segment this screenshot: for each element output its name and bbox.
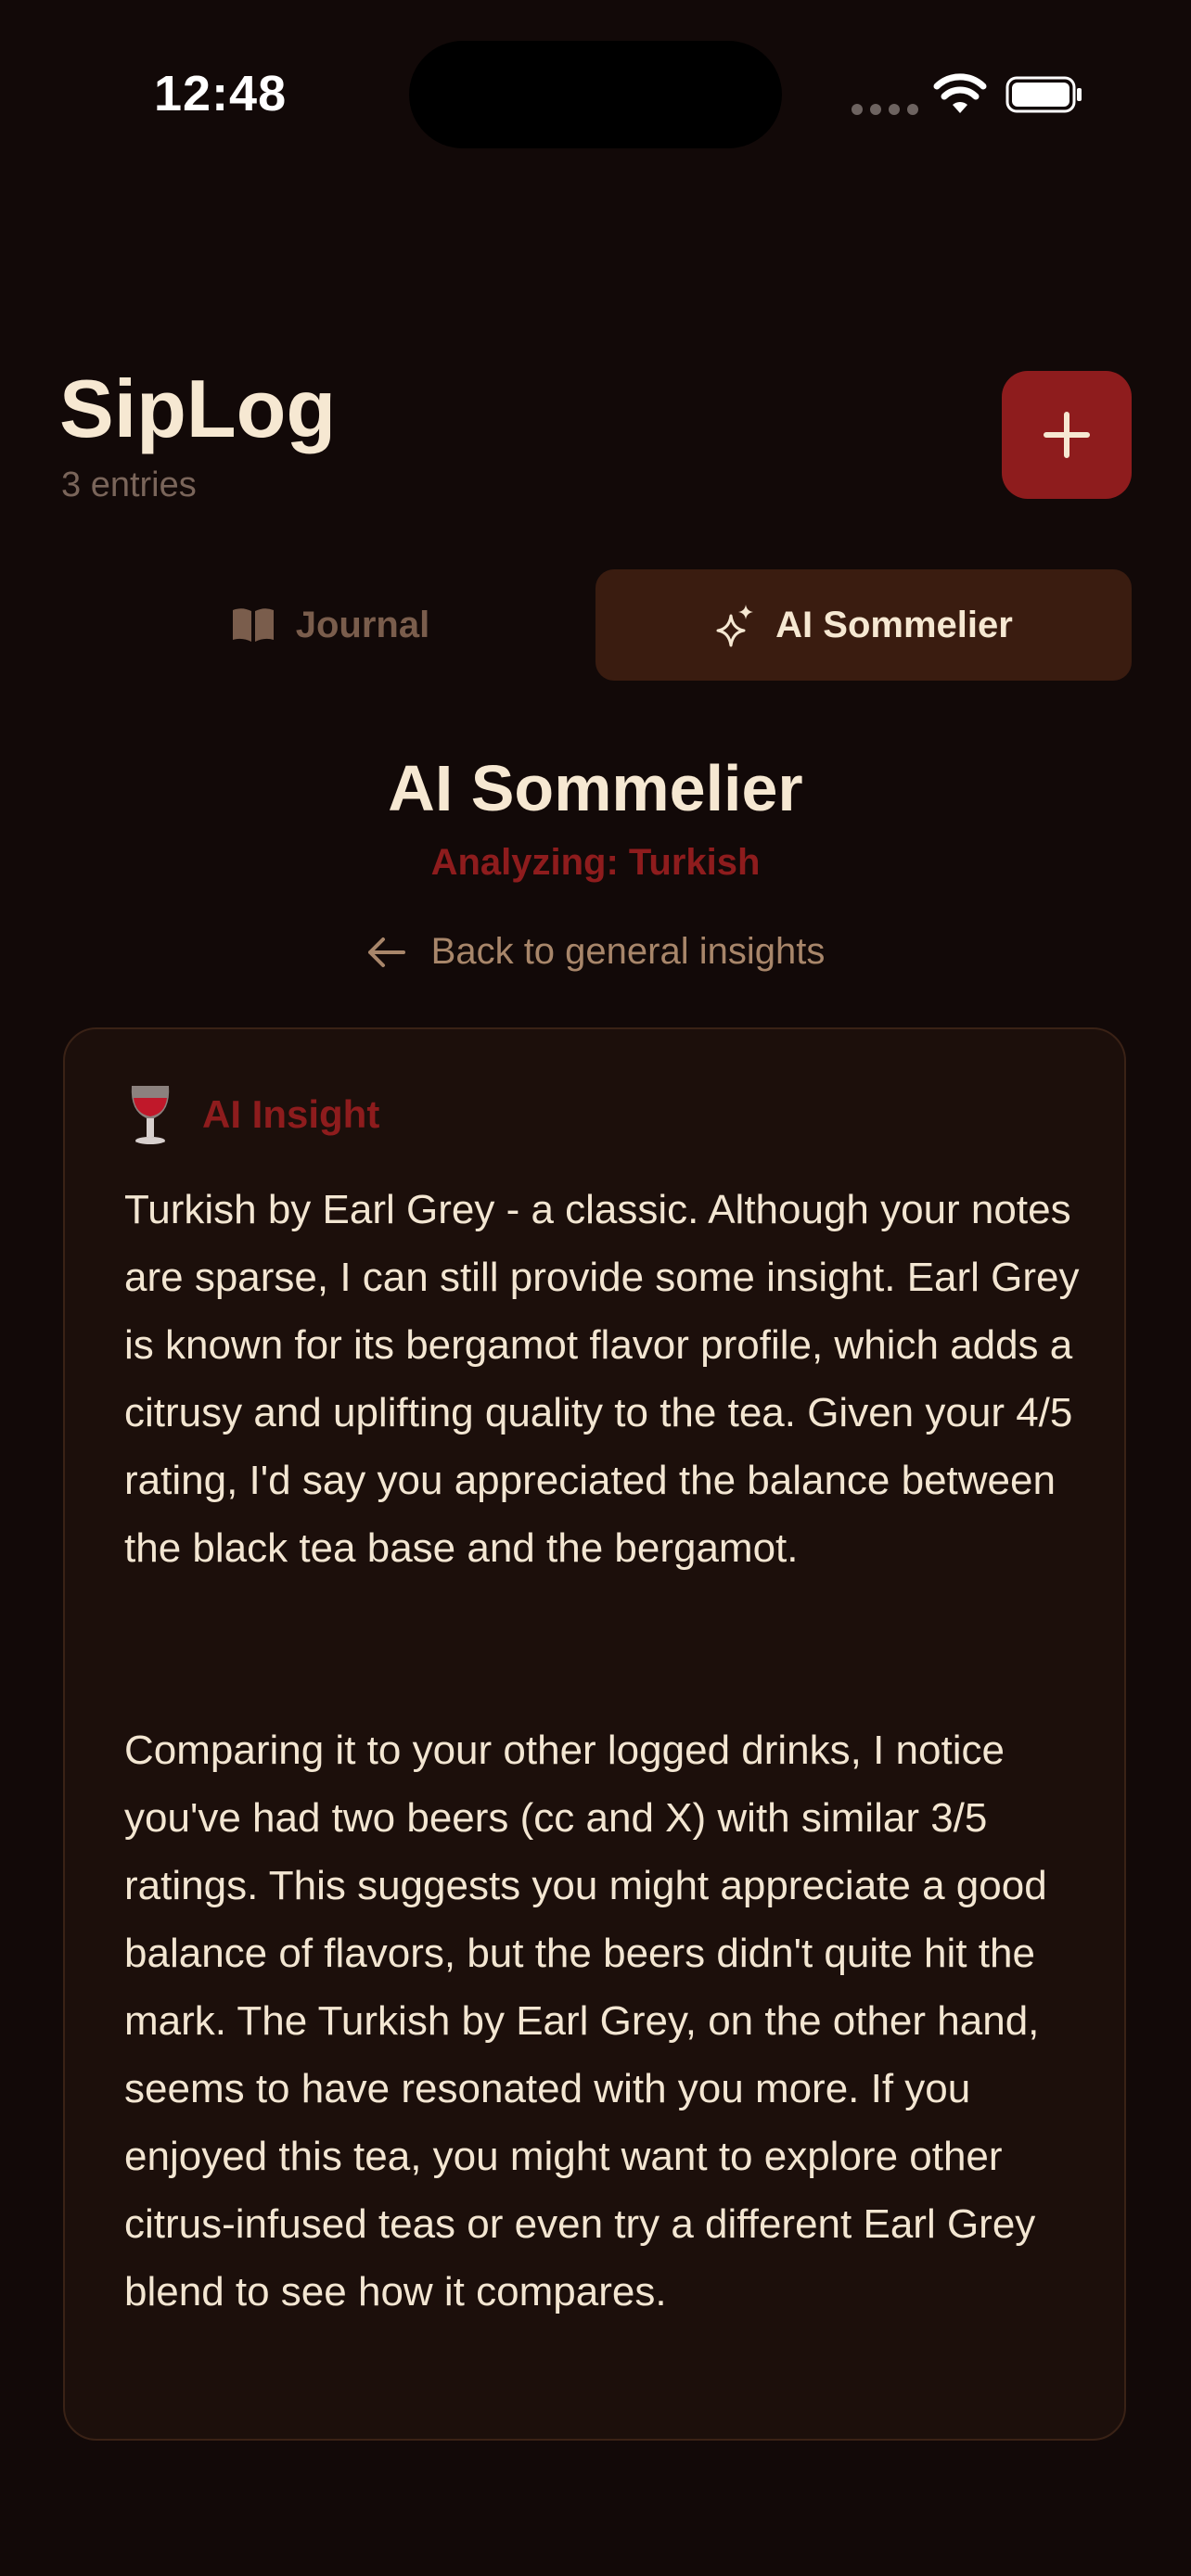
back-to-general-insights-link[interactable]: Back to general insights [0,931,1191,973]
insight-paragraph: Comparing it to your other logged drinks… [124,1728,1047,2315]
app-title: SipLog [59,363,337,454]
status-time: 12:48 [154,66,288,121]
insight-label: AI Insight [202,1092,380,1136]
battery-icon [1005,76,1082,113]
tab-ai-label: AI Sommelier [775,604,1013,645]
section-title: AI Sommelier [388,752,803,824]
back-link-label: Back to general insights [430,931,826,972]
insight-paragraph: Turkish by Earl Grey - a classic. Althou… [124,1187,1080,1571]
plus-icon [1044,412,1090,458]
wine-glass-icon [131,1086,170,1144]
tab-journal[interactable]: Journal [74,569,586,681]
tab-ai-sommelier[interactable]: AI Sommelier [596,569,1132,681]
sparkles-icon [716,605,754,647]
add-entry-button[interactable] [1002,371,1132,499]
entry-count: 3 entries [61,465,197,504]
book-open-icon [232,608,274,642]
tab-journal-label: Journal [295,604,430,645]
insight-header: AI Insight [128,1083,379,1146]
wifi-icon [933,73,987,113]
cellular-signal-icon [852,104,918,115]
arrow-left-icon [367,937,405,967]
analyzing-label: Analyzing: Turkish [430,842,761,883]
dynamic-island [409,41,782,148]
